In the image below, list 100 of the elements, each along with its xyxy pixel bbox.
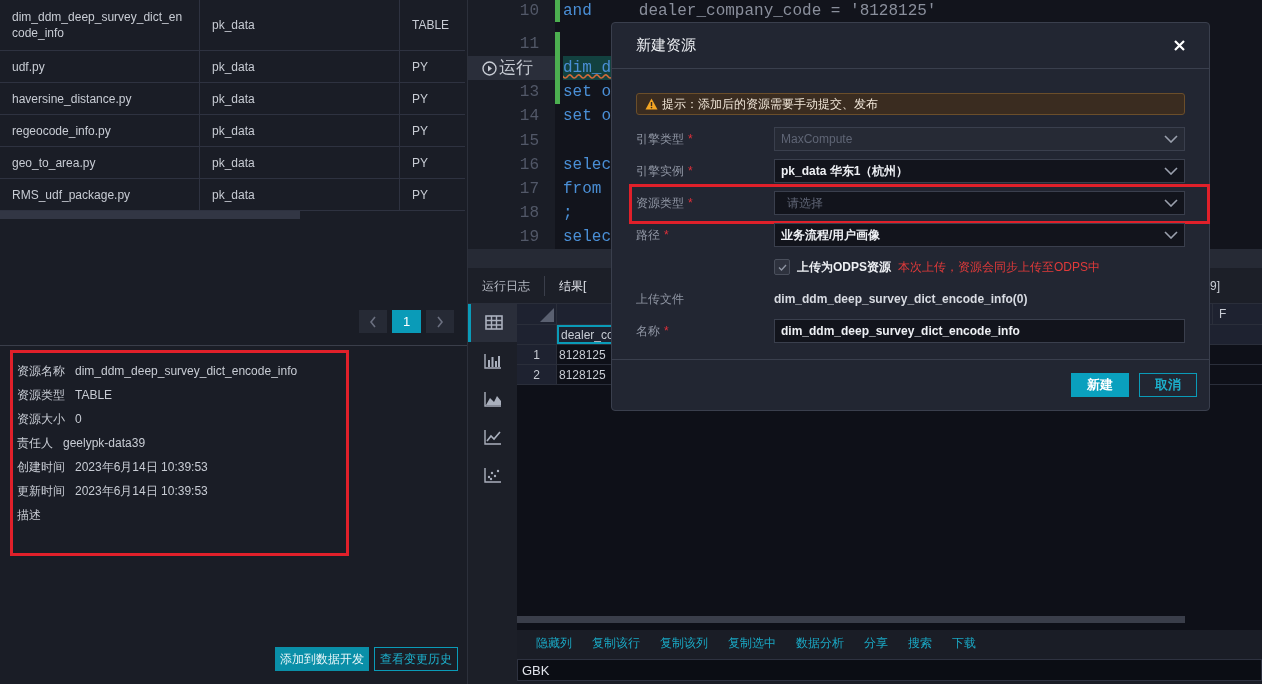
upload-file-name: dim_ddm_deep_survey_dict_encode_info(0) <box>774 291 1028 308</box>
code-text: ; <box>563 202 573 224</box>
chevron-down-icon <box>1164 135 1178 143</box>
grid-cell-text: 8128125 <box>558 346 607 364</box>
code-text: set o <box>563 106 611 128</box>
required-mark: * <box>664 227 669 244</box>
table-cell: udf.py <box>0 51 200 82</box>
code-text: selec <box>563 154 611 176</box>
table-cell-text: PY <box>411 58 429 76</box>
field-label: 上传文件 <box>636 291 684 308</box>
checkmark-icon <box>777 263 787 271</box>
detail-label: 描述 <box>17 507 41 524</box>
change-history-button[interactable]: 查看变更历史 <box>374 647 458 671</box>
encoding-field[interactable]: GBK <box>517 659 1262 681</box>
scatter-chart-icon <box>482 465 503 485</box>
line-number: 13 <box>519 82 539 104</box>
play-icon <box>482 60 497 76</box>
row-number: 1 <box>517 345 557 364</box>
corner-triangle-icon <box>540 308 554 322</box>
horizontal-scrollbar[interactable] <box>517 616 1185 623</box>
grid-action-link[interactable]: 复制选中 <box>728 634 776 652</box>
name-field[interactable]: dim_ddm_deep_survey_dict_encode_info <box>774 319 1185 343</box>
code-text: dealer_company_code = '8128125' <box>638 1 937 22</box>
code-text: selec <box>563 226 611 248</box>
warning-icon <box>645 98 658 110</box>
detail-label: 更新时间 <box>17 483 65 500</box>
table-cell: pk_data <box>200 83 400 114</box>
line-number: 19 <box>519 226 539 248</box>
detail-value: geelypk-data39 <box>63 435 146 452</box>
detail-value: 2023年6月14日 10:39:53 <box>75 459 208 476</box>
field-label: 引擎类型 <box>636 131 684 148</box>
table-cell: pk_data <box>200 179 400 210</box>
field-label: 资源类型 <box>636 195 684 212</box>
view-tab[interactable] <box>468 304 517 342</box>
code-text: set o <box>563 82 611 104</box>
table-cell: geo_to_area.py <box>0 147 200 178</box>
table-cell-text: PY <box>411 122 429 140</box>
detail-label: 资源名称 <box>17 363 65 380</box>
grid-cell-text: 8128125 <box>558 366 607 384</box>
grid-action-link[interactable]: 搜索 <box>908 634 932 652</box>
bar-chart-icon <box>482 351 503 371</box>
detail-label: 资源大小 <box>17 411 65 428</box>
page-button[interactable]: 1 <box>392 310 421 333</box>
select-field[interactable]: 请选择 <box>774 191 1185 215</box>
table-cell-text: TABLE <box>411 17 451 34</box>
area-chart-icon <box>482 389 503 409</box>
table-cell-text: PY <box>411 186 429 204</box>
table-cell: pk_data <box>200 0 400 50</box>
detail-label: 资源类型 <box>17 387 65 404</box>
line-number: 11 <box>519 34 539 56</box>
table-cell: pk_data <box>200 147 400 178</box>
required-mark: * <box>664 323 669 340</box>
field-label: 路径 <box>636 227 660 244</box>
result-tab[interactable]: 9] <box>1210 276 1220 295</box>
cancel-button[interactable]: 取消 <box>1139 373 1197 397</box>
field-label: 名称 <box>636 323 660 340</box>
required-mark: * <box>688 195 693 212</box>
chevron-right-icon <box>436 315 444 328</box>
line-number: 16 <box>519 154 539 176</box>
notice-text: 提示：添加后的资源需要手动提交、发布 <box>662 96 878 113</box>
column-header: F <box>1212 304 1262 324</box>
add-to-development-button[interactable]: 添加到数据开发 <box>275 647 369 671</box>
line-number: 15 <box>519 130 539 152</box>
grid-action-link[interactable]: 数据分析 <box>796 634 844 652</box>
select-field[interactable]: pk_data 华东1（杭州） <box>774 159 1185 183</box>
table-cell: dim_ddm_deep_survey_dict_encode_info <box>0 0 200 50</box>
table-cell: haversine_distance.py <box>0 83 200 114</box>
grid-action-link[interactable]: 复制该行 <box>592 634 640 652</box>
table-icon <box>484 313 504 333</box>
detail-value: dim_ddm_deep_survey_dict_encode_info <box>75 363 298 380</box>
grid-action-link[interactable]: 复制该列 <box>660 634 708 652</box>
required-mark: * <box>688 163 693 180</box>
grid-action-link[interactable]: 分享 <box>864 634 888 652</box>
checkbox[interactable] <box>774 259 790 275</box>
close-icon[interactable] <box>1174 40 1185 51</box>
detail-value: 2023年6月14日 10:39:53 <box>75 483 208 500</box>
result-tab[interactable]: 结果[ <box>545 276 601 295</box>
table-cell: pk_data <box>200 51 400 82</box>
table-cell: pk_data <box>200 115 400 146</box>
horizontal-scrollbar[interactable] <box>0 211 300 219</box>
chevron-down-icon <box>1164 199 1178 207</box>
line-number: 14 <box>519 106 539 128</box>
code-text: and <box>563 1 592 22</box>
detail-value: TABLE <box>75 387 113 404</box>
table-cell: RMS_udf_package.py <box>0 179 200 210</box>
grid-action-link[interactable]: 下载 <box>952 634 976 652</box>
code-text: from <box>563 178 602 200</box>
line-number: 18 <box>519 202 539 224</box>
detail-label: 责任人 <box>17 435 53 452</box>
detail-value: 0 <box>75 411 82 428</box>
table-cell-text: PY <box>411 90 429 108</box>
detail-label: 创建时间 <box>17 459 65 476</box>
chevron-down-icon <box>1164 231 1178 239</box>
select-field[interactable]: 业务流程/用户画像 <box>774 223 1185 247</box>
line-chart-icon <box>482 427 503 447</box>
result-tab[interactable]: 运行日志 <box>468 276 544 295</box>
field-label: 引擎实例 <box>636 163 684 180</box>
checkbox-label: 上传为ODPS资源 <box>797 259 891 276</box>
line-number: 17 <box>519 178 539 200</box>
grid-action-link[interactable]: 隐藏列 <box>536 634 572 652</box>
